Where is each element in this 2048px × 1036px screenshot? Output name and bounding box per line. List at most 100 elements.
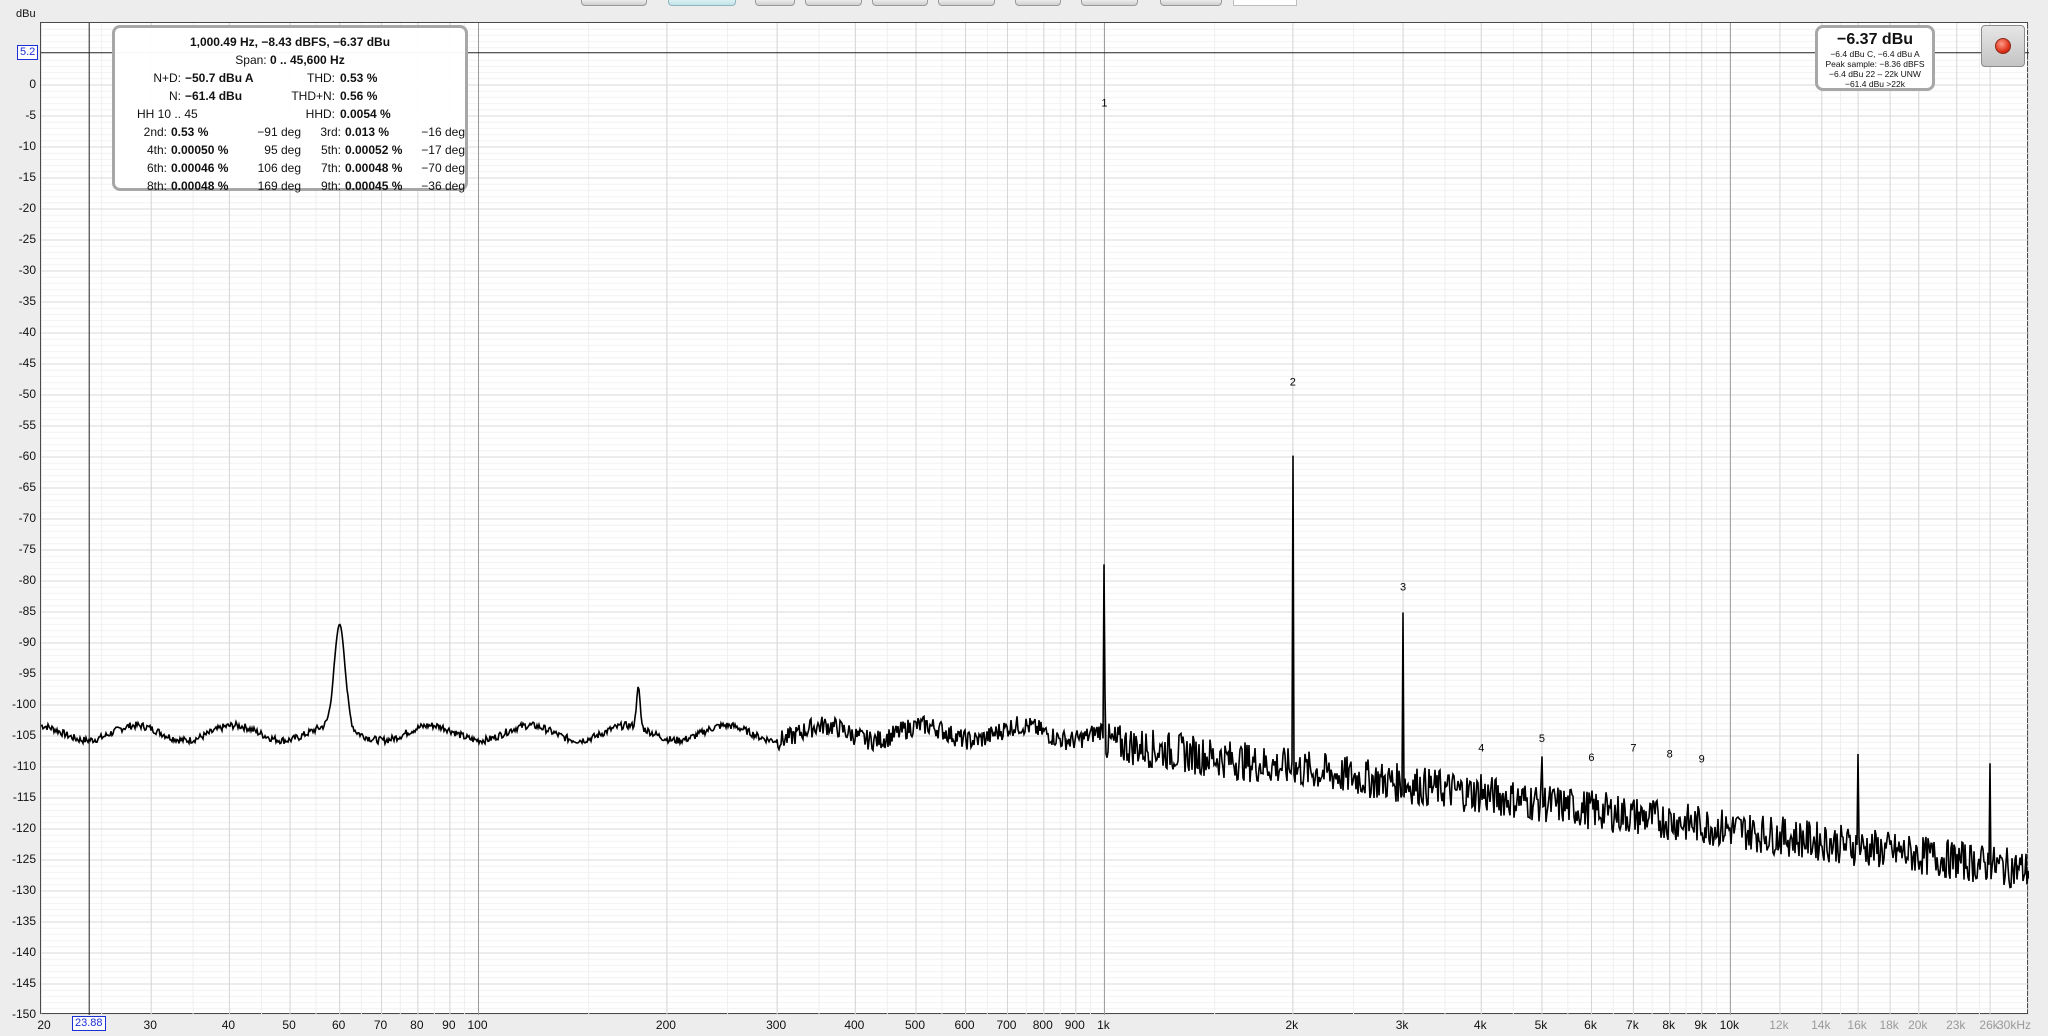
harmonic-marker: 2 [1290,377,1296,389]
x-tick-label: 23k [1946,1018,1966,1032]
harmonic-label: 7th: [320,161,341,175]
thdn-value: 0.56 % [340,89,378,103]
hhd-label: HHD: [305,107,335,121]
harmonic-marker: 4 [1478,743,1484,755]
thdn-label: THD+N: [291,89,335,103]
harmonic-phase: −70 deg [421,161,465,175]
harmonic-value: 0.00048 % [345,161,403,175]
harmonic-label: 9th: [320,179,341,193]
y-tick-label: -90 [18,635,36,649]
x-tick-label: 90 [442,1018,456,1032]
harmonic-phase: 169 deg [257,179,301,193]
harmonic-value: 0.013 % [345,125,390,139]
y-tick-label: -140 [11,945,36,959]
x-tick-label: 50 [282,1018,296,1032]
y-tick-label: -145 [11,976,36,990]
x-tick-label: 8k [1662,1018,1676,1032]
y-tick-label: -135 [11,914,36,928]
toolbar-button-4[interactable] [805,0,862,6]
record-icon [1995,38,2011,54]
n-label: N: [169,89,181,103]
x-tick-label: 10k [1719,1018,1740,1032]
harmonic-value: 0.00052 % [345,143,403,157]
toolbar-button-1[interactable] [581,0,647,6]
thd-label: THD: [307,71,335,85]
y-tick-label: -40 [18,325,36,339]
toolbar-button-9[interactable] [1160,0,1222,6]
harmonic-value: 0.53 % [171,125,209,139]
y-tick-label: -30 [18,263,36,277]
y-tick-label: -125 [11,852,36,866]
harmonic-marker: 6 [1588,752,1594,764]
y-tick-label: -65 [18,480,36,494]
cursor-level-readout[interactable]: 5.2 [17,45,39,60]
toolbar-button-5[interactable] [872,0,928,6]
harmonic-label: 3rd: [320,125,341,139]
y-tick-label: -105 [11,728,36,742]
x-tick-label: 1k [1097,1018,1110,1032]
harmonic-marker: 1 [1101,98,1107,110]
record-button[interactable] [1981,25,2025,67]
x-tick-label: 6k [1584,1018,1597,1032]
x-tick-label: 20k [1908,1018,1928,1032]
x-tick-label: 80 [410,1018,424,1032]
x-tick-label: 30kHz [1996,1018,2032,1032]
x-tick-label: 500 [904,1018,926,1032]
y-tick-label: -75 [18,542,36,556]
level-main-readout: −6.37 dBu [1836,31,1914,48]
harmonic-value: 0.00048 % [171,179,229,193]
y-tick-label: 0 [29,77,36,91]
harmonic-phase: −16 deg [421,125,465,139]
harmonic-label: 8th: [146,179,167,193]
x-tick-label: 800 [1032,1018,1053,1032]
x-tick-label: 16k [1847,1018,1867,1032]
hh-range-label: HH 10 .. 45 [137,107,198,121]
toolbar-button-8[interactable] [1081,0,1138,6]
stats-header: 1,000.49 Hz, −8.43 dBFS, −6.37 dBu [189,35,391,49]
toolbar-button-6[interactable] [938,0,995,6]
y-tick-label: -150 [11,1007,36,1021]
y-tick-label: -110 [12,759,36,773]
toolbar-button-7[interactable] [1015,0,1061,6]
y-tick-label: -15 [18,170,36,184]
harmonic-value: 0.00050 % [171,143,229,157]
peak-sample-readout: Peak sample: −8.36 dBFS [1825,59,1925,69]
x-tick-label: 9k [1694,1018,1708,1032]
harmonic-marker: 3 [1400,581,1406,593]
x-tick-label: 400 [844,1018,865,1032]
y-tick-label: -120 [11,821,36,835]
x-tick-label: 700 [996,1018,1017,1032]
y-tick-label: -55 [18,418,36,432]
y-tick-label: -25 [18,232,36,246]
x-tick-label: 200 [655,1018,676,1032]
harmonic-phase: −91 deg [257,125,301,139]
level-unweighted-readout: −6.4 dBu 22 – 22k UNW [1829,69,1921,79]
x-tick-label: 5k [1534,1018,1548,1032]
toolbar-field[interactable] [1233,0,1297,6]
thd-value: 0.53 % [340,71,378,85]
x-tick-label: 7k [1626,1018,1639,1032]
toolbar-button-2[interactable] [668,0,736,6]
y-tick-label: -50 [18,387,36,401]
y-tick-label: -80 [18,573,36,587]
cursor-frequency-readout[interactable]: 23.88 [72,1016,106,1031]
distortion-stats-panel[interactable]: 1,000.49 Hz, −8.43 dBFS, −6.37 dBu Span:… [112,25,468,193]
x-tick-label: 3k [1395,1018,1409,1032]
y-tick-label: -95 [18,666,36,680]
harmonic-label: 5th: [320,143,341,157]
x-tick-label: 300 [766,1018,787,1032]
x-tick-label: 70 [373,1018,388,1032]
harmonic-marker: 9 [1699,754,1705,766]
y-tick-label: -130 [11,883,36,897]
level-above-band-readout: −61.4 dBu >22k [1844,79,1906,89]
level-meter-panel[interactable]: −6.37 dBu −6.4 dBu C, −6.4 dBu A Peak sa… [1815,25,1935,91]
x-tick-label: 60 [331,1018,346,1032]
toolbar-button-3[interactable] [755,0,795,6]
harmonic-marker: 5 [1539,733,1545,745]
toolbar [0,0,2048,10]
harmonic-phase: 95 deg [264,143,301,157]
y-tick-label: -85 [18,604,36,618]
x-tick-label: 20 [37,1018,51,1032]
x-tick-label: 900 [1064,1018,1085,1032]
y-tick-label: -35 [18,294,36,308]
